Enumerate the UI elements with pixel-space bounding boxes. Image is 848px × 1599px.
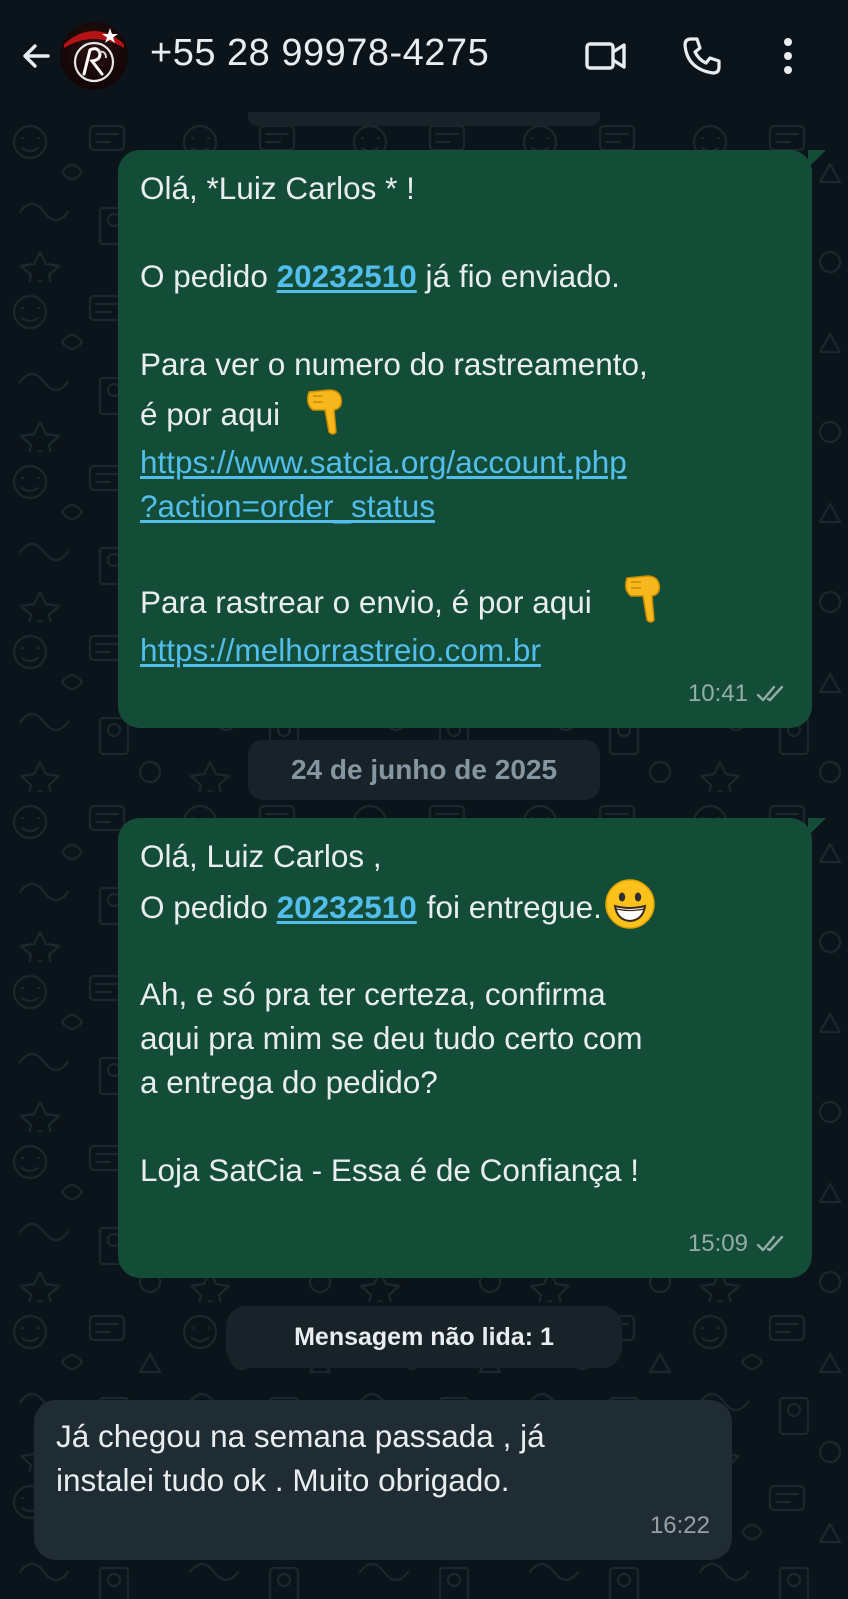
flamengo-crest-icon	[64, 28, 124, 83]
tracking-link-continued[interactable]: ?action=order_status	[140, 484, 665, 528]
more-options-icon[interactable]	[764, 32, 812, 80]
back-arrow-icon[interactable]	[14, 34, 58, 78]
message-text: instalei tudo ok . Muito obrigado.	[56, 1462, 510, 1498]
melhor-rastreio-link[interactable]: https://melhorrastreio.com.br	[140, 628, 665, 672]
message-bubble-outgoing[interactable]: Olá, Luiz Carlos , O pedido 20232510 foi …	[118, 818, 826, 1278]
message-text: Para rastrear o envio, é por aqui	[140, 572, 665, 628]
double-check-icon	[756, 685, 784, 702]
order-number-link[interactable]: 20232510	[277, 889, 417, 925]
chat-header: +55 28 99978-4275	[0, 0, 848, 112]
order-number-link[interactable]: 20232510	[277, 258, 417, 294]
contact-avatar[interactable]	[60, 22, 128, 90]
message-text: Já chegou na semana passada , já	[56, 1418, 545, 1454]
unread-messages-banner: Mensagem não lida: 1	[226, 1306, 622, 1368]
message-text: aqui pra mim se deu tudo certo com	[140, 1020, 643, 1056]
message-text: Loja SatCia - Essa é de Confiança !	[140, 1152, 640, 1188]
contact-name[interactable]: +55 28 99978-4275	[150, 32, 489, 75]
pointing-down-emoji-icon	[619, 572, 665, 637]
message-text-part: já fio enviado.	[425, 258, 620, 294]
message-text: O pedido 20232510 foi entregue.	[140, 878, 656, 934]
bubble-tail	[808, 818, 826, 836]
message-text: Para ver o numero do rastreamento,	[140, 346, 648, 382]
chat-area[interactable]: Olá, *Luiz Carlos * ! O pedido 20232510 …	[0, 112, 848, 1599]
message-text-part: O pedido	[140, 888, 268, 925]
message-time: 15:09	[687, 1230, 748, 1257]
message-text-part: é por aqui	[140, 395, 281, 432]
message-text: Olá, Luiz Carlos ,	[140, 838, 382, 874]
message-text: a entrega do pedido?	[140, 1064, 438, 1100]
message-bubble-outgoing[interactable]: Olá, *Luiz Carlos * ! O pedido 20232510 …	[118, 150, 826, 728]
grinning-face-emoji-icon	[604, 878, 656, 941]
message-meta: 15:09	[688, 1222, 790, 1266]
bubble-tail	[808, 150, 826, 168]
message-text: Olá, *Luiz Carlos * !	[140, 170, 415, 206]
message-text-part: O pedido	[140, 258, 268, 294]
message-text: O pedido 20232510 já fio enviado.	[140, 254, 665, 298]
message-meta: 16:22	[650, 1504, 710, 1548]
video-call-icon[interactable]	[582, 32, 630, 80]
double-check-icon	[756, 1235, 784, 1252]
voice-call-icon[interactable]	[678, 32, 726, 80]
message-time: 16:22	[649, 1512, 710, 1539]
message-text: é por aqui	[140, 386, 665, 440]
tracking-link[interactable]: https://www.satcia.org/account.php	[140, 440, 665, 484]
message-text: Ah, e só pra ter certeza, confirma	[140, 976, 606, 1012]
message-text-part: foi entregue.	[426, 888, 602, 925]
message-bubble-incoming[interactable]: Já chegou na semana passada , já instale…	[34, 1400, 732, 1560]
pointing-down-emoji-icon	[301, 386, 347, 447]
message-text-part: Para rastrear o envio, é por aqui	[140, 583, 592, 620]
date-separator: 24 de junho de 2025	[248, 740, 600, 800]
message-meta: 10:41	[688, 672, 790, 716]
top-date-pill-partial	[248, 112, 600, 126]
message-time: 10:41	[687, 680, 748, 707]
